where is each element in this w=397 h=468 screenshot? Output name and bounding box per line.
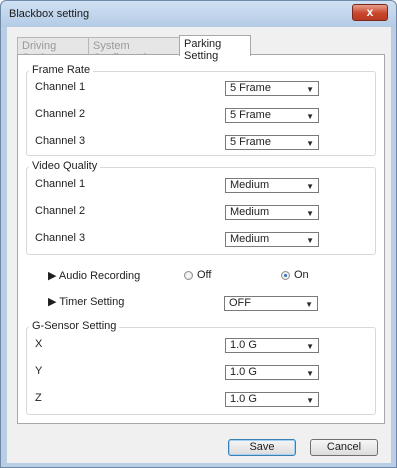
client-area: Driving Setting System Configuration Par… [7,27,391,463]
g-sensor-y-label: Y [35,365,43,377]
audio-on-label[interactable]: On [294,269,309,281]
group-title: G-Sensor Setting [29,320,120,332]
select-value: Medium [230,179,270,191]
video-quality-channel-3-select[interactable]: Medium ▼ [225,232,319,247]
channel-3-label: Channel 3 [35,135,86,147]
parking-setting-panel: Frame Rate Channel 1 5 Frame ▼ Channel 2… [17,54,385,424]
save-button[interactable]: Save [228,439,296,456]
chevron-down-icon: ▼ [306,85,314,94]
tab-system-configuration[interactable]: System Configuration [88,37,180,64]
video-quality-channel-2-select[interactable]: Medium ▼ [225,205,319,220]
g-sensor-x-label: X [35,338,43,350]
timer-setting-select[interactable]: OFF ▼ [224,296,318,311]
g-sensor-z-select[interactable]: 1.0 G ▼ [225,392,319,407]
dialog-window: Blackbox setting x Driving Setting Syste… [0,0,397,468]
tab-parking-setting[interactable]: Parking Setting [179,35,251,62]
chevron-down-icon: ▼ [305,300,313,309]
tab-driving-setting[interactable]: Driving Setting [17,37,89,64]
channel-1-label: Channel 1 [35,178,86,190]
audio-off-radio[interactable] [184,271,193,280]
channel-1-label: Channel 1 [35,81,86,93]
select-value: 1.0 G [230,339,257,351]
audio-on-radio[interactable] [281,271,290,280]
g-sensor-group: G-Sensor Setting X 1.0 G ▼ Y 1.0 G ▼ Z 1… [26,320,376,415]
group-title: Frame Rate [29,64,94,76]
g-sensor-z-label: Z [35,392,42,404]
frame-rate-channel-2-select[interactable]: 5 Frame ▼ [225,108,319,123]
audio-off-label[interactable]: Off [197,269,211,281]
select-value: 1.0 G [230,393,257,405]
tab-label: Parking Setting [184,38,222,62]
select-value: 5 Frame [230,136,271,148]
chevron-down-icon: ▼ [306,209,314,218]
frame-rate-group: Frame Rate Channel 1 5 Frame ▼ Channel 2… [26,64,376,156]
chevron-down-icon: ▼ [306,342,314,351]
select-value: 5 Frame [230,109,271,121]
cancel-button[interactable]: Cancel [310,439,378,456]
select-value: 1.0 G [230,366,257,378]
g-sensor-x-select[interactable]: 1.0 G ▼ [225,338,319,353]
window-title: Blackbox setting [9,8,90,20]
chevron-down-icon: ▼ [306,139,314,148]
channel-2-label: Channel 2 [35,205,86,217]
chevron-down-icon: ▼ [306,182,314,191]
timer-setting-label: ▶ Timer Setting [48,296,125,308]
channel-2-label: Channel 2 [35,108,86,120]
video-quality-channel-1-select[interactable]: Medium ▼ [225,178,319,193]
chevron-down-icon: ▼ [306,112,314,121]
audio-recording-label: ▶ Audio Recording [48,270,141,282]
select-value: OFF [229,297,251,309]
title-bar[interactable]: Blackbox setting x [1,1,396,27]
select-value: 5 Frame [230,82,271,94]
g-sensor-y-select[interactable]: 1.0 G ▼ [225,365,319,380]
close-icon: x [366,5,374,19]
video-quality-group: Video Quality Channel 1 Medium ▼ Channel… [26,160,376,255]
chevron-down-icon: ▼ [306,369,314,378]
frame-rate-channel-1-select[interactable]: 5 Frame ▼ [225,81,319,96]
group-title: Video Quality [29,160,101,172]
channel-3-label: Channel 3 [35,232,86,244]
chevron-down-icon: ▼ [306,396,314,405]
close-button[interactable]: x [352,4,388,21]
select-value: Medium [230,233,270,245]
select-value: Medium [230,206,270,218]
frame-rate-channel-3-select[interactable]: 5 Frame ▼ [225,135,319,150]
chevron-down-icon: ▼ [306,236,314,245]
